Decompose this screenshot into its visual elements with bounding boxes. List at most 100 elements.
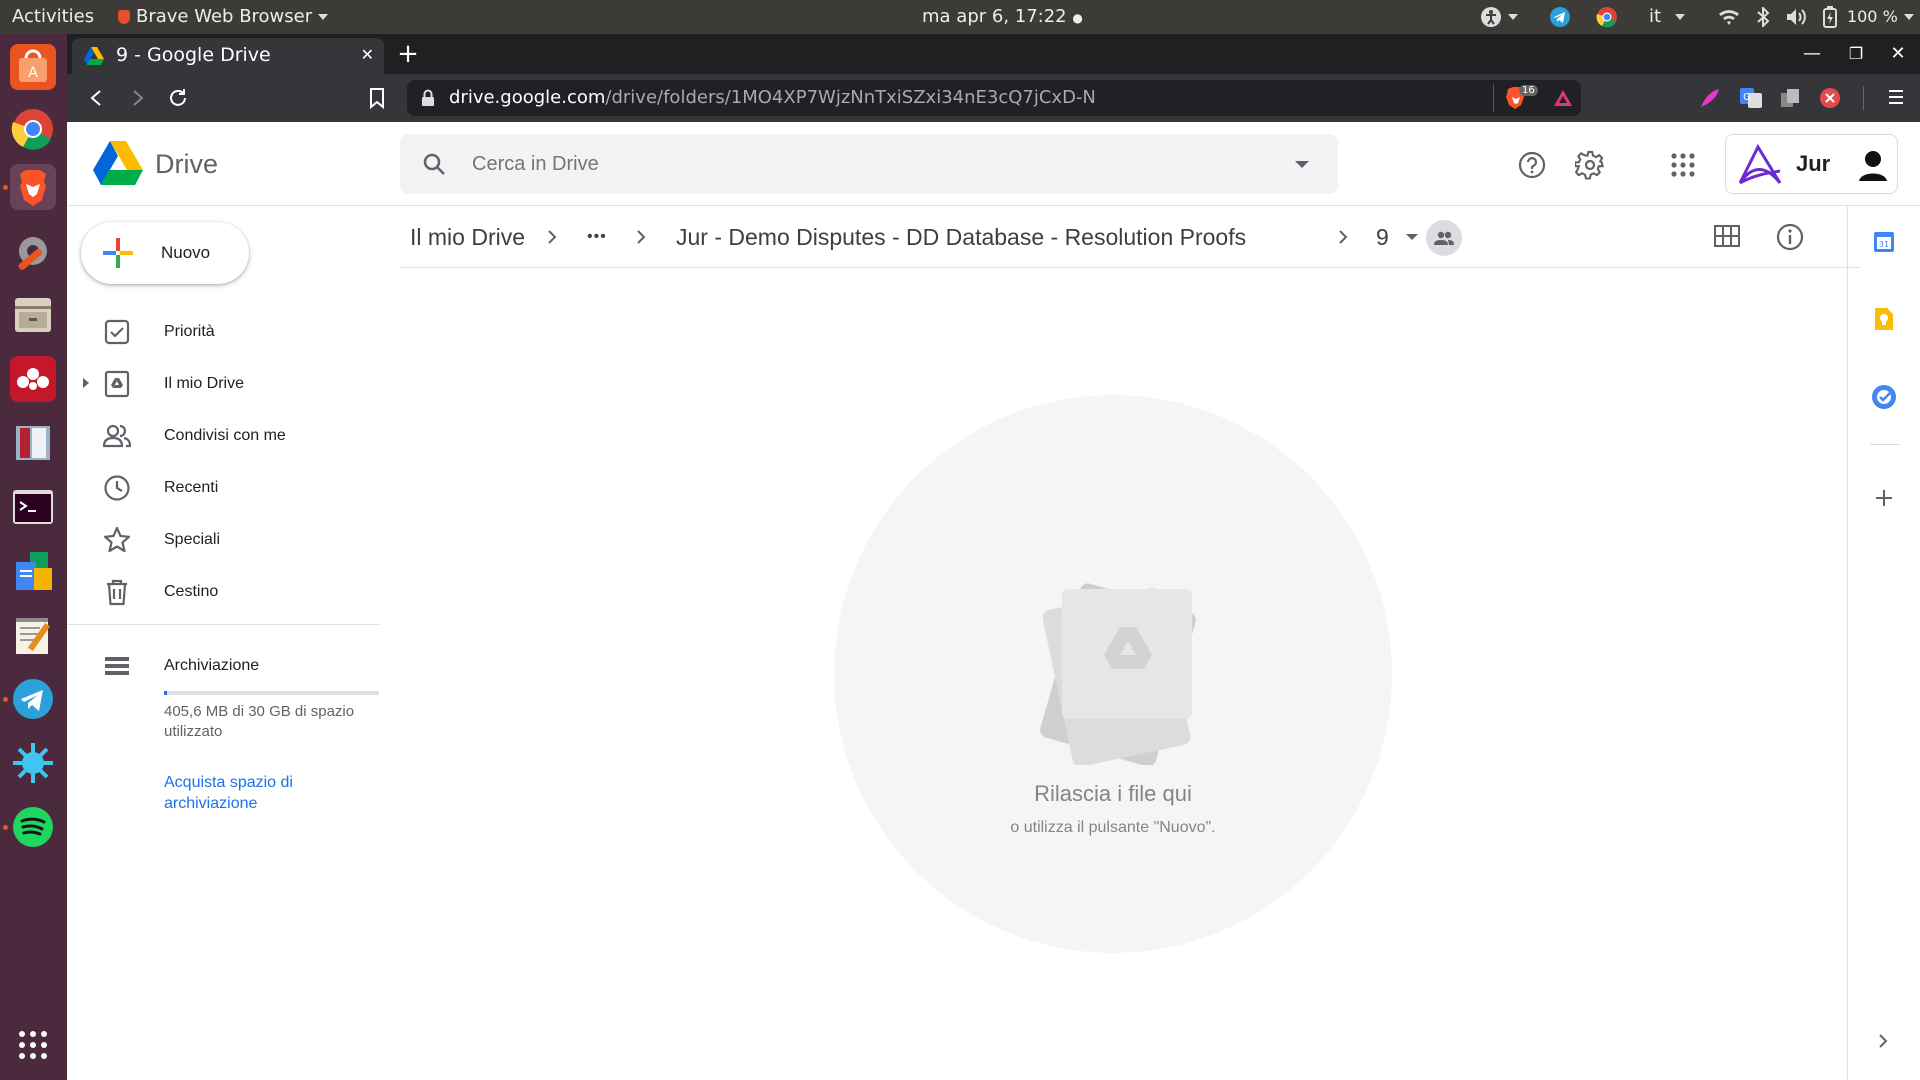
show-applications-icon[interactable] — [10, 1022, 56, 1068]
breadcrumb-parent-folder[interactable]: Jur - Demo Disputes - DD Database - Reso… — [676, 206, 1246, 268]
nav-item-recent[interactable]: Recenti — [67, 462, 379, 514]
drive-logo-text[interactable]: Drive — [155, 122, 218, 206]
wifi-icon — [1719, 10, 1739, 25]
tasks-icon[interactable] — [1871, 384, 1897, 410]
chrome-tray[interactable] — [1596, 0, 1618, 34]
chevron-right-icon — [548, 230, 557, 244]
accessibility-menu[interactable] — [1480, 0, 1518, 34]
app-name: Brave Web Browser — [136, 6, 313, 27]
nav-item-priority[interactable]: Priorità — [67, 306, 379, 358]
svg-text:G: G — [1743, 92, 1751, 103]
minimize-window-button[interactable]: — — [1797, 34, 1827, 74]
add-addon-icon[interactable] — [1874, 488, 1894, 508]
clock[interactable]: ma apr 6, 17:22 ● — [922, 0, 1083, 34]
spotify-icon[interactable] — [10, 804, 56, 850]
keep-icon[interactable] — [1873, 306, 1895, 332]
storage-bar — [164, 691, 379, 695]
office-docs-icon[interactable] — [10, 548, 56, 594]
nav-label: Il mio Drive — [164, 375, 245, 392]
brave-rewards-icon[interactable] — [1553, 89, 1573, 107]
browser-toolbar: drive.google.com/drive/folders/1MO4XP7Wj… — [67, 74, 1920, 122]
brave-browser-icon[interactable] — [10, 164, 56, 210]
chevron-down-icon — [1675, 14, 1686, 20]
files-cabinet-icon[interactable] — [10, 292, 56, 338]
url-text: drive.google.com/drive/folders/1MO4XP7Wj… — [449, 80, 1096, 116]
storage-bar-fill — [164, 691, 167, 695]
search-bar[interactable] — [400, 134, 1338, 194]
google-apps-icon[interactable] — [1671, 153, 1695, 177]
nav-item-trash[interactable]: Cestino — [67, 566, 379, 618]
help-icon[interactable] — [1518, 151, 1546, 179]
software-center-icon[interactable]: A — [10, 44, 56, 90]
expand-arrow-icon[interactable] — [83, 378, 89, 388]
new-button[interactable]: Nuovo — [81, 222, 249, 284]
brave-shields-button[interactable]: 16 — [1505, 85, 1541, 110]
extension-feather-icon[interactable] — [1699, 87, 1721, 109]
mendeley-icon[interactable] — [10, 356, 56, 402]
drive-logo-icon[interactable] — [93, 141, 143, 185]
close-tab-icon[interactable]: ✕ — [361, 38, 374, 72]
app-menu[interactable]: Brave Web Browser — [118, 0, 329, 34]
settings-icon[interactable] — [1575, 150, 1605, 180]
telegram-tray[interactable] — [1549, 0, 1571, 34]
activities-button[interactable]: Activities — [12, 0, 94, 34]
terminal-icon[interactable] — [10, 484, 56, 530]
forward-icon[interactable] — [127, 88, 147, 108]
drop-zone-circle[interactable]: Rilascia i file qui o utilizza il pulsan… — [834, 395, 1392, 953]
lock-icon[interactable] — [421, 89, 435, 107]
back-icon[interactable] — [87, 88, 107, 108]
divider — [67, 624, 379, 625]
main-content: Il mio Drive ••• Jur - Demo Disputes - D… — [400, 206, 1860, 1080]
nav-item-starred[interactable]: Speciali — [67, 514, 379, 566]
chevron-right-icon[interactable] — [1876, 1032, 1890, 1050]
trash-icon — [107, 579, 127, 606]
browser-tab[interactable]: 9 - Google Drive ✕ — [72, 38, 384, 74]
language-menu[interactable]: it — [1649, 0, 1686, 34]
account-button[interactable]: Jur — [1725, 134, 1898, 194]
text-editor-icon[interactable] — [10, 612, 56, 658]
bluetooth-icon — [1757, 7, 1770, 27]
breadcrumb-more-button[interactable]: ••• — [587, 206, 607, 268]
chrome-icon[interactable] — [10, 106, 56, 152]
extension-copy-icon[interactable] — [1779, 87, 1801, 109]
reload-icon[interactable] — [167, 87, 189, 109]
search-icon[interactable] — [422, 152, 446, 176]
breadcrumb-my-drive[interactable]: Il mio Drive — [410, 206, 525, 268]
drop-title: Rilascia i file qui — [1034, 781, 1192, 806]
breadcrumb-current-folder: 9 — [1376, 224, 1389, 250]
divider — [1493, 84, 1494, 112]
buy-storage-link[interactable]: Acquista spazio di archiviazione — [164, 772, 344, 814]
storage-label: Archiviazione — [164, 657, 260, 674]
book-reader-icon[interactable] — [10, 420, 56, 466]
nav-item-my-drive[interactable]: Il mio Drive — [67, 358, 379, 410]
shared-folder-badge[interactable] — [1426, 220, 1462, 256]
extension-red-icon[interactable] — [1819, 87, 1841, 109]
search-options-icon[interactable] — [1295, 161, 1309, 168]
google-translate-icon[interactable]: G — [1739, 87, 1763, 109]
search-input[interactable] — [472, 146, 1252, 182]
current-folder-menu[interactable]: 9 — [1368, 216, 1434, 258]
restore-window-button[interactable]: ❐ — [1841, 34, 1871, 74]
drop-subtitle: o utilizza il pulsante "Nuovo". — [1010, 819, 1216, 836]
system-menu[interactable]: 100 % — [1718, 0, 1914, 34]
telegram-dock-icon[interactable] — [10, 676, 56, 722]
nav-item-storage[interactable]: Archiviazione — [67, 640, 379, 692]
browser-menu-icon[interactable] — [1887, 88, 1905, 106]
clock-icon — [104, 475, 130, 501]
bookmark-icon[interactable] — [369, 87, 385, 109]
address-bar[interactable]: drive.google.com/drive/folders/1MO4XP7Wj… — [407, 80, 1581, 116]
nav-item-shared[interactable]: Condivisi con me — [67, 410, 379, 462]
close-window-button[interactable]: ✕ — [1883, 34, 1913, 74]
calendar-icon[interactable]: 31 — [1872, 230, 1896, 254]
splash-app-icon[interactable] — [10, 740, 56, 786]
settings-tool-icon[interactable] — [10, 228, 56, 274]
star-icon — [103, 526, 131, 553]
info-icon[interactable] — [1776, 223, 1804, 251]
people-icon — [1434, 231, 1454, 245]
nav-label: Priorità — [164, 323, 215, 340]
nav-label: Condivisi con me — [164, 427, 286, 444]
grid-view-icon[interactable] — [1714, 225, 1740, 247]
new-tab-button[interactable]: + — [393, 34, 423, 74]
breadcrumb: Il mio Drive ••• Jur - Demo Disputes - D… — [400, 206, 1860, 268]
accessibility-icon — [1481, 7, 1501, 27]
